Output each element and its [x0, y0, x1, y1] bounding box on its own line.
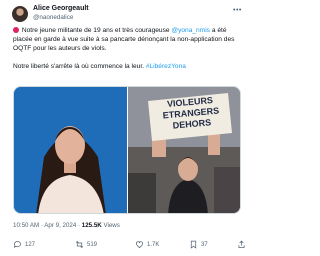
mention-link[interactable]: @yona_nmis: [171, 27, 210, 34]
view-count: 125.5K: [81, 222, 102, 229]
red-circle-icon: [13, 26, 19, 33]
like-button[interactable]: 1.7K: [135, 240, 159, 249]
action-bar: 127 519 1.7K 37: [13, 240, 245, 252]
bookmark-button[interactable]: 37: [189, 240, 208, 249]
reply-icon: [13, 241, 21, 248]
repost-count: 519: [87, 241, 98, 248]
author-name[interactable]: Alice Georgeault: [33, 5, 89, 12]
bookmark-count: 37: [201, 241, 208, 248]
avatar[interactable]: [12, 6, 28, 22]
like-count: 1.7K: [147, 241, 160, 248]
protest-sign: VIOLEURS ETRANGERS DEHORS: [151, 94, 232, 134]
portrait-photo[interactable]: [14, 87, 127, 213]
tweet-meta: 10:50 AM · Apr 9, 2024 · 125.5K Views: [13, 222, 120, 229]
reply-count: 127: [25, 241, 36, 248]
protest-photo[interactable]: VIOLEURS ETRANGERS DEHORS: [128, 87, 240, 213]
repost-button[interactable]: 519: [75, 240, 97, 249]
tweet-text-1a: Notre jeune militante de 19 ans et très …: [20, 27, 172, 34]
tweet-body: Notre jeune militante de 19 ans et très …: [13, 26, 245, 71]
tweet-timestamp[interactable]: 10:50 AM · Apr 9, 2024 ·: [13, 222, 82, 229]
repost-icon: [75, 240, 84, 249]
tweet-text-2a: Notre liberté s'arrête là où commence la…: [13, 63, 146, 70]
views-label: Views: [101, 222, 120, 229]
heart-icon: [136, 241, 143, 248]
tweet-card: Alice Georgeault @naonedalice ••• Notre …: [0, 0, 253, 256]
tweet-paragraph-1: Notre jeune militante de 19 ans et très …: [13, 26, 245, 53]
share-icon: [238, 240, 245, 248]
author-handle[interactable]: @naonedalice: [33, 14, 73, 21]
hashtag-link[interactable]: #LibérezYona: [146, 63, 186, 70]
media-gallery[interactable]: VIOLEURS ETRANGERS DEHORS: [13, 86, 241, 214]
bookmark-icon: [190, 240, 197, 249]
share-button[interactable]: [237, 240, 246, 249]
reply-button[interactable]: 127: [13, 240, 35, 249]
more-options-icon[interactable]: •••: [233, 7, 242, 14]
tweet-paragraph-2: Notre liberté s'arrête là où commence la…: [13, 62, 245, 71]
